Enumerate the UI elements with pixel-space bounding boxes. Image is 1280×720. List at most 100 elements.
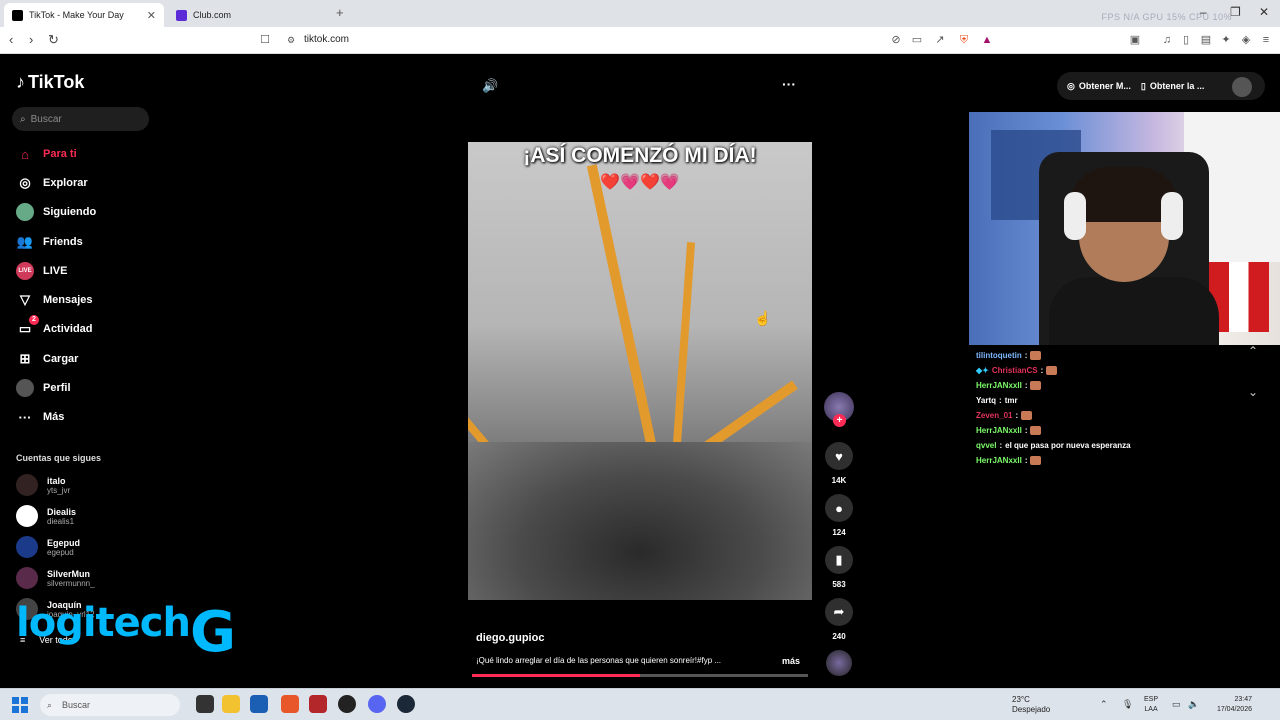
user-icon bbox=[16, 379, 34, 397]
people-icon: 👥 bbox=[16, 234, 34, 249]
following-item[interactable]: italo yts_jvr bbox=[16, 472, 70, 498]
nav-mensajes[interactable]: ▽ Mensajes bbox=[16, 289, 93, 311]
save-action[interactable]: ▮ 583 bbox=[822, 546, 856, 589]
reload-icon[interactable]: ↻ bbox=[48, 32, 59, 48]
share-action[interactable]: ➦ 240 bbox=[822, 598, 856, 641]
chat-message: qvvel: el que pasa por nueva esperanza bbox=[976, 441, 1131, 450]
following-item[interactable]: Egepud egepud bbox=[16, 534, 80, 560]
store-icon[interactable] bbox=[250, 695, 268, 713]
passengers bbox=[468, 442, 812, 600]
nav-siguiendo[interactable]: Siguiendo bbox=[16, 201, 96, 223]
get-app-button[interactable]: ▯ Obtener la ... bbox=[1141, 81, 1204, 92]
network-icon[interactable]: ▭ bbox=[1172, 699, 1181, 710]
weather-widget[interactable]: 23°C Despejado bbox=[1012, 695, 1050, 715]
sidebar-icon[interactable]: ▯ bbox=[1179, 33, 1193, 47]
tab-club[interactable]: Club.com bbox=[168, 3, 328, 27]
new-tab-icon[interactable]: + bbox=[336, 5, 344, 20]
video-caption: ¡Qué lindo arreglar el día de las person… bbox=[476, 656, 722, 665]
site-info-icon[interactable]: ⚙ bbox=[284, 33, 298, 47]
progress-fill bbox=[472, 674, 640, 677]
chevron-up-icon[interactable]: ⌃ bbox=[1100, 699, 1108, 710]
taskbar-search[interactable]: ⌕ Buscar bbox=[40, 694, 180, 716]
system-clock[interactable]: 23:47 17/04/2026 bbox=[1210, 695, 1252, 715]
brave-icon[interactable] bbox=[281, 695, 299, 713]
nav-explorar[interactable]: ◎ Explorar bbox=[16, 172, 87, 194]
nav-mas[interactable]: ··· Más bbox=[16, 406, 65, 428]
get-desktop-button[interactable]: ◎ Obtener M... bbox=[1067, 81, 1131, 92]
forward-icon[interactable]: › bbox=[29, 32, 33, 47]
streamer-body bbox=[1049, 277, 1219, 345]
chevron-down-icon[interactable]: ⌄ bbox=[1243, 382, 1263, 402]
rewards-icon[interactable]: ▲ bbox=[980, 33, 994, 47]
bookmark-icon[interactable]: ▮ bbox=[825, 546, 853, 574]
chat-message: HerrJANxxII: bbox=[976, 453, 1206, 468]
video-player[interactable]: ¡ASÍ COMENZÓ MI DÍA! ❤️💗❤️💗 bbox=[468, 142, 812, 600]
restore-icon[interactable]: ❐ bbox=[1230, 5, 1241, 19]
file-explorer-icon[interactable] bbox=[222, 695, 240, 713]
brave-shields-icon[interactable]: ⛨ bbox=[957, 33, 971, 47]
url-field[interactable]: tiktok.com bbox=[304, 34, 349, 45]
steam-icon[interactable] bbox=[397, 695, 415, 713]
vpn-icon[interactable]: ◈ bbox=[1239, 33, 1253, 47]
search-input[interactable]: ⌕ Buscar bbox=[12, 107, 149, 131]
menu-icon[interactable]: ≡ bbox=[1259, 33, 1273, 47]
nav-perfil[interactable]: Perfil bbox=[16, 377, 71, 399]
wallet-icon[interactable]: ▤ bbox=[1199, 33, 1213, 47]
music-icon[interactable]: ♫ bbox=[1160, 33, 1174, 47]
profile-avatar[interactable] bbox=[1232, 77, 1252, 97]
share-count: 240 bbox=[832, 632, 846, 641]
more-caption-button[interactable]: más bbox=[782, 656, 800, 666]
extensions-icon[interactable]: ✦ bbox=[1219, 33, 1233, 47]
like-action[interactable]: ♥ 14K bbox=[822, 442, 856, 485]
headset bbox=[1161, 192, 1183, 240]
follow-plus-button[interactable]: + bbox=[833, 414, 846, 427]
bus-pole bbox=[586, 164, 660, 460]
browser-titlebar: TikTok - Make Your Day ✕ Club.com + FPS … bbox=[0, 0, 1280, 27]
tab-close-icon[interactable]: ✕ bbox=[147, 9, 156, 22]
windows-start-icon[interactable] bbox=[12, 697, 28, 713]
tab-manager-icon[interactable]: ▣ bbox=[1128, 33, 1142, 47]
cast-icon[interactable]: ▭ bbox=[910, 33, 924, 47]
share-arrow-icon[interactable]: ➦ bbox=[825, 598, 853, 626]
tab-tiktok[interactable]: TikTok - Make Your Day ✕ bbox=[4, 3, 164, 27]
live-icon: LIVE bbox=[16, 262, 34, 280]
hearts-emoji: ❤️💗❤️💗 bbox=[600, 174, 680, 191]
discord-icon[interactable] bbox=[368, 695, 386, 713]
avatar bbox=[16, 505, 38, 527]
video-progress-bar[interactable] bbox=[472, 674, 808, 677]
comment-icon[interactable]: ● bbox=[825, 494, 853, 522]
search-icon: ⌕ bbox=[20, 113, 26, 125]
chevron-up-icon[interactable]: ⌃ bbox=[1243, 341, 1263, 361]
tiktok-sidebar: ♪ TikTok ⌕ Buscar ⌂ Para ti ◎ Explorar S… bbox=[0, 54, 160, 694]
window-close-icon[interactable]: ✕ bbox=[1259, 5, 1269, 19]
following-item[interactable]: Diealis diealis1 bbox=[16, 503, 76, 529]
share-icon[interactable]: ↗ bbox=[933, 33, 947, 47]
video-username[interactable]: diego.gupioc bbox=[476, 632, 544, 644]
heart-icon[interactable]: ♥ bbox=[825, 442, 853, 470]
volume-icon[interactable]: 🔊 bbox=[482, 78, 498, 94]
nav-friends[interactable]: 👥 Friends bbox=[16, 231, 83, 253]
chat-badge-icon: ◆✦ bbox=[976, 366, 989, 375]
save-count: 583 bbox=[832, 580, 846, 589]
back-icon[interactable]: ‹ bbox=[9, 32, 13, 47]
video-more-icon[interactable]: ··· bbox=[782, 76, 796, 92]
music-disc-icon[interactable] bbox=[826, 650, 852, 676]
obs-icon[interactable] bbox=[338, 695, 356, 713]
speaker-icon[interactable]: 🔈 bbox=[1188, 699, 1199, 710]
app-icon[interactable] bbox=[309, 695, 327, 713]
nav-actividad[interactable]: ▭ 2 Actividad bbox=[16, 315, 93, 340]
following-item[interactable]: SilverMun silvermunnn_ bbox=[16, 565, 95, 591]
language-indicator[interactable]: ESP LAA bbox=[1144, 695, 1158, 715]
nav-cargar[interactable]: ⊞ Cargar bbox=[16, 348, 79, 370]
comment-action[interactable]: ● 124 bbox=[822, 494, 856, 537]
microphone-icon[interactable]: 🎙 bbox=[1122, 699, 1133, 710]
nav-live[interactable]: LIVE LIVE bbox=[16, 260, 67, 282]
following-section-title: Cuentas que sigues bbox=[16, 453, 102, 463]
task-view-icon[interactable] bbox=[196, 695, 214, 713]
no-camera-icon[interactable]: ⊘ bbox=[889, 33, 903, 47]
compass-icon: ◎ bbox=[19, 175, 31, 190]
nav-para-ti[interactable]: ⌂ Para ti bbox=[16, 143, 77, 165]
minimize-icon[interactable]: – bbox=[1200, 5, 1207, 19]
bookmark-icon[interactable]: ☐ bbox=[258, 33, 272, 47]
tiktok-logo[interactable]: ♪ TikTok bbox=[16, 72, 84, 93]
